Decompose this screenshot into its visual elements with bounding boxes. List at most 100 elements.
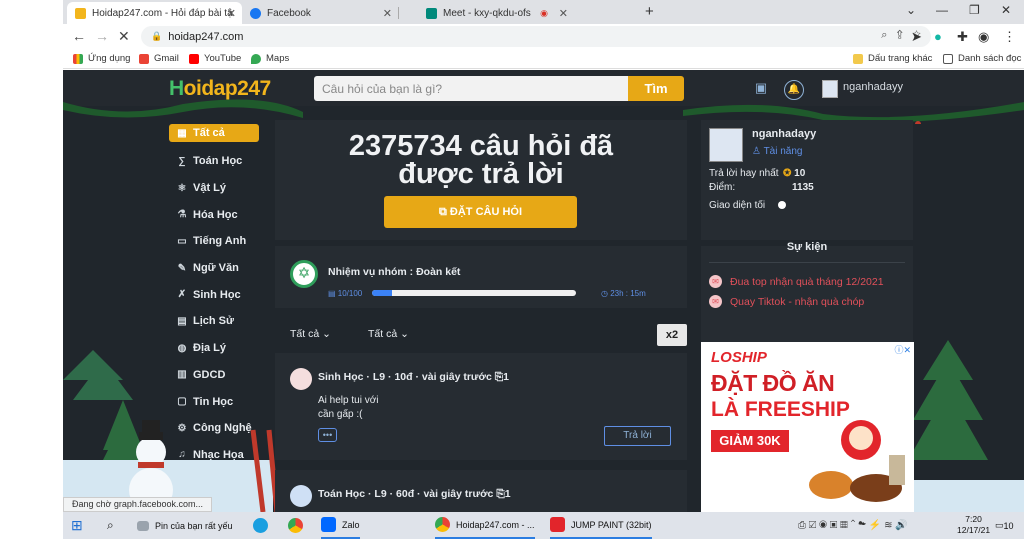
site-logo[interactable]: Hoidap247: [169, 77, 271, 101]
youtube-icon: [189, 53, 199, 64]
answer-button[interactable]: Trả lời: [604, 426, 671, 446]
ad-close-icon[interactable]: ⓘ✕: [894, 343, 911, 356]
profile-avatar-icon[interactable]: ◉: [978, 29, 989, 45]
avatar[interactable]: [290, 485, 312, 507]
taskbar-app-chrome-hoidap[interactable]: Hoidap247.com - ...: [435, 512, 535, 539]
zoom-icon[interactable]: ⌕: [881, 29, 887, 41]
grade-filter-dropdown[interactable]: Tất cả ⌄: [368, 328, 409, 340]
question-text-line: cần gấp :(: [318, 409, 363, 420]
search-icon[interactable]: ⌕: [107, 512, 114, 539]
avatar[interactable]: [709, 128, 743, 162]
lock-icon[interactable]: 🔒: [151, 31, 162, 42]
bookmark-apps[interactable]: Ứng dụng: [73, 53, 130, 64]
minimize-button[interactable]: —: [936, 3, 948, 17]
notification-center[interactable]: ▭ 10: [995, 512, 1014, 539]
event-link[interactable]: ✉ Đua top nhận quà tháng 12/2021: [709, 275, 884, 288]
edge-app-icon[interactable]: [253, 512, 274, 539]
other-bookmarks[interactable]: Dấu trang khác: [853, 53, 932, 64]
back-arrow-icon[interactable]: ←: [72, 28, 86, 44]
chrome-icon: [435, 517, 450, 532]
chrome-app-icon[interactable]: [288, 512, 309, 539]
ask-button-label: ĐẶT CÂU HỎI: [449, 206, 523, 218]
bookmark-maps[interactable]: Maps: [251, 53, 289, 64]
sidebar-item-geography[interactable]: ◍ Địa Lý: [169, 335, 259, 362]
more-options-icon[interactable]: •••: [318, 428, 337, 442]
maximize-button[interactable]: ❐: [969, 3, 980, 17]
tab-meet[interactable]: Meet - kxy-qkdu-ofs ◉ ✕: [418, 2, 574, 24]
sidebar-item-english[interactable]: ▭ Tiếng Anh: [169, 228, 259, 255]
gear-icon: ⚙: [177, 422, 187, 434]
event-label: Đua top nhận quà tháng 12/2021: [730, 275, 884, 288]
new-tab-button[interactable]: +: [645, 3, 654, 20]
search-button[interactable]: Tìm: [628, 76, 684, 101]
taskbar-app-jumppaint[interactable]: JUMP PAINT (32bit): [550, 512, 652, 539]
question-text[interactable]: Ai help tui với cần gấp :(: [318, 394, 378, 422]
question-card[interactable]: Sinh Học · L9 · 10đ · vài giây trước ⎘1 …: [275, 353, 687, 460]
apps-grid-icon: [73, 53, 83, 64]
physics-icon: ⚛: [177, 182, 187, 194]
dark-mode-toggle[interactable]: [778, 201, 786, 209]
tab-title: Facebook: [267, 7, 311, 19]
notification-bell-icon[interactable]: 🔔: [784, 80, 804, 100]
notification-count: 10: [1003, 520, 1014, 531]
browser-toolbar: ← → ✕ 🔒 hoidap247.com ⌕ ⇪ ☆ ➤ ● ✚ ◉ ⋮: [63, 24, 1024, 49]
question-card[interactable]: Toán Học · L9 · 60đ · vài giây trước ⎘1: [275, 470, 687, 512]
close-tab-icon[interactable]: ✕: [227, 7, 236, 20]
bookmark-gmail[interactable]: Gmail: [139, 53, 179, 64]
ask-question-button[interactable]: ⧉ ĐẶT CÂU HỎI: [384, 196, 577, 228]
filter-label: Tất cả: [290, 328, 320, 340]
sidebar-item-technology[interactable]: ⚙ Công Nghệ: [169, 415, 259, 442]
tab-search-icon[interactable]: ⌄: [906, 3, 916, 17]
tab-hoidap247[interactable]: Hoidap247.com - Hỏi đáp bài tậ ✕: [67, 2, 242, 24]
sidebar-item-history[interactable]: ▤ Lịch Sử: [169, 308, 259, 335]
stop-loading-icon[interactable]: ✕: [118, 28, 130, 45]
search-input[interactable]: Câu hỏi của bạn là gì?: [314, 76, 630, 101]
address-bar[interactable]: 🔒 hoidap247.com ⌕ ⇪ ☆: [141, 26, 931, 47]
tab-facebook[interactable]: Facebook ✕: [242, 2, 399, 24]
header-username[interactable]: nganhadayy: [843, 81, 903, 93]
sidebar-item-literature[interactable]: ✎ Ngữ Văn: [169, 255, 259, 282]
forward-arrow-icon[interactable]: →: [95, 28, 109, 44]
sidebar-item-civics[interactable]: ▥ GDCD: [169, 362, 259, 389]
question-subject[interactable]: Sinh Học: [318, 371, 364, 383]
close-window-button[interactable]: ✕: [1001, 3, 1011, 17]
sidebar-item-music-art[interactable]: ♫ Nhạc Họa: [169, 442, 259, 469]
attachment-count: 1: [503, 371, 510, 383]
sidebar-item-chemistry[interactable]: ⚗ Hóa Học: [169, 201, 259, 228]
mission-progress-fill: [372, 290, 393, 296]
subject-filter-dropdown[interactable]: Tất cả ⌄: [290, 328, 331, 340]
avatar[interactable]: [822, 80, 838, 98]
taskbar-clock[interactable]: 7:20 12/17/21: [957, 514, 990, 536]
points-multiplier-badge[interactable]: x2: [657, 324, 687, 346]
gift-icon: ✉: [709, 295, 722, 308]
system-tray[interactable]: ⎙ ☑ ◉ ▣ ▦ ⌃ ☁ ⚡ ≋ 🔊: [798, 512, 908, 539]
taskbar-app-zalo[interactable]: Zalo: [321, 512, 360, 539]
gmail-icon: [139, 53, 149, 64]
sidebar-item-biology[interactable]: ✗ Sinh Học: [169, 281, 259, 308]
sidebar-item-physics[interactable]: ⚛ Vật Lý: [169, 175, 259, 202]
taskbar-search-box[interactable]: Pin của bạn rất yếu: [137, 512, 233, 539]
close-tab-icon[interactable]: ✕: [559, 7, 568, 20]
sidebar-item-all[interactable]: ▦ Tất cả: [169, 124, 259, 142]
taskbar-app-label: JUMP PAINT (32bit): [571, 519, 652, 530]
close-tab-icon[interactable]: ✕: [383, 7, 392, 20]
loship-ad-banner[interactable]: ⓘ✕ LOSHIP ĐẶT ĐỒ ĂN LÀ FREESHIP GIẢM 30K: [701, 342, 914, 512]
windows-start-icon[interactable]: ⊞: [71, 512, 83, 539]
avatar[interactable]: [290, 368, 312, 390]
share-icon[interactable]: ⇪: [897, 29, 903, 41]
grammar-extension-icon[interactable]: ●: [934, 29, 942, 44]
attachment-icon: ⎘: [496, 488, 505, 500]
send-extension-icon[interactable]: ➤: [911, 29, 922, 45]
sidebar-item-informatics[interactable]: ▢ Tin Học: [169, 388, 259, 415]
sidebar-item-math[interactable]: ∑ Toán Học: [169, 148, 259, 175]
chat-icon[interactable]: ▣: [751, 80, 771, 98]
reading-list[interactable]: Danh sách đọc: [943, 53, 1021, 64]
event-link[interactable]: ✉ Quay Tiktok - nhận quà chóp: [709, 295, 864, 308]
menu-kebab-icon[interactable]: ⋮: [1003, 29, 1016, 45]
mission-title: Nhiệm vụ nhóm : Đoàn kết: [328, 266, 461, 278]
sidebar-item-label: Toán Học: [193, 155, 243, 168]
question-subject[interactable]: Toán Học: [318, 488, 365, 500]
extensions-puzzle-icon[interactable]: ✚: [957, 29, 968, 45]
profile-username[interactable]: nganhadayy: [752, 128, 816, 140]
bookmark-youtube[interactable]: YouTube: [189, 53, 241, 64]
